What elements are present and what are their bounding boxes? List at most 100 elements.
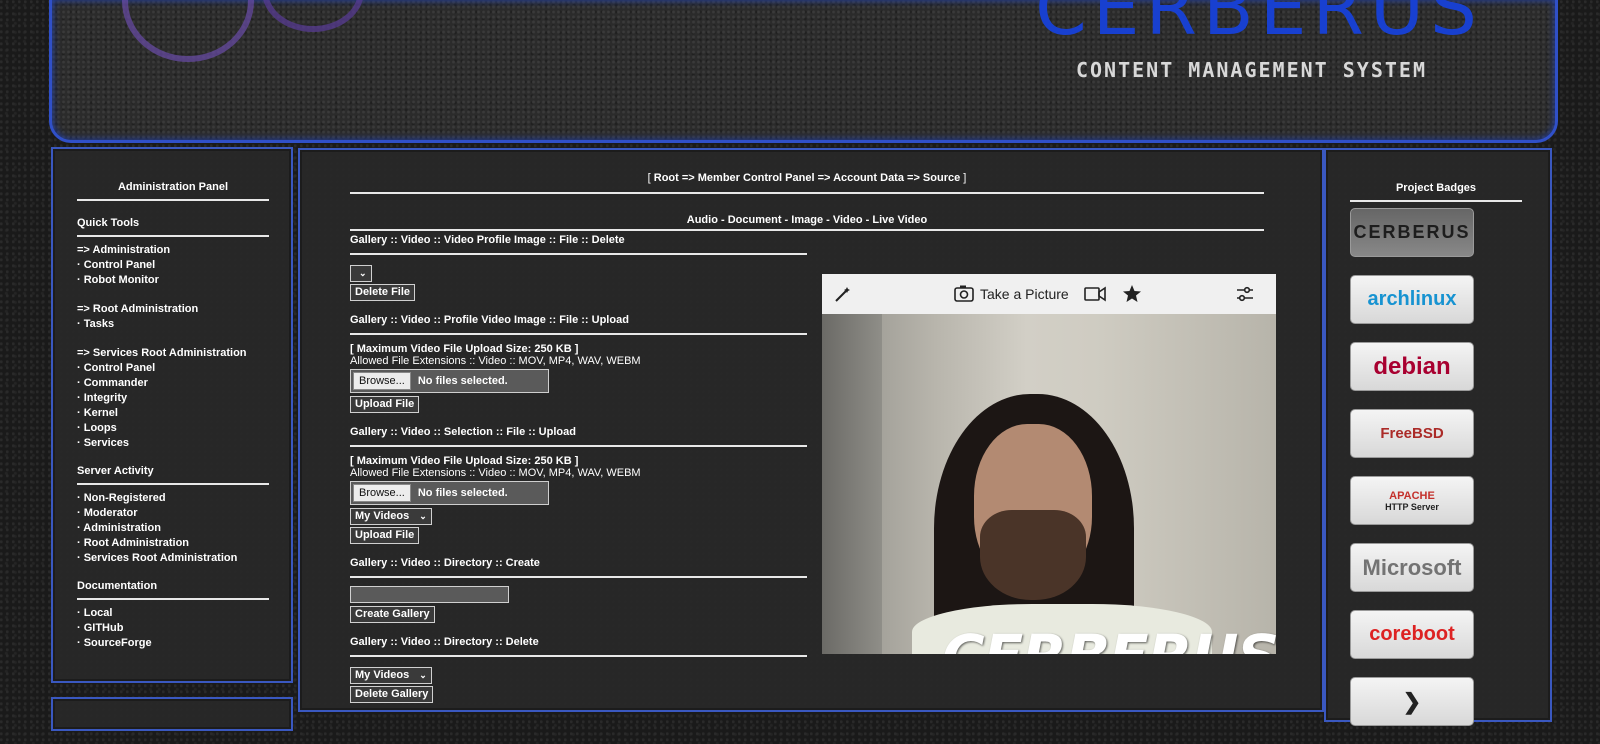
media-type-separator: - [862, 214, 873, 226]
take-picture-button[interactable]: Take a Picture [980, 286, 1069, 302]
breadcrumb: [ Root => Member Control Panel => Accoun… [350, 172, 1264, 184]
delete-file-button[interactable]: Delete File [350, 284, 416, 301]
file-status: No files selected. [417, 375, 508, 387]
section-heading: Documentation [77, 580, 158, 592]
badge-debian[interactable]: debian [1350, 342, 1474, 391]
create-gallery-button[interactable]: Create Gallery [350, 606, 435, 623]
media-type-separator: - [781, 214, 792, 226]
form-heading: Gallery :: Video :: Directory :: Create [350, 557, 540, 569]
magic-wand-icon[interactable] [834, 285, 852, 306]
divider [350, 445, 807, 447]
video-gallery-forms: Gallery :: Video :: Video Profile Image … [350, 234, 807, 704]
star-effects-icon[interactable] [1122, 284, 1142, 307]
nav-link[interactable]: · Loops [77, 421, 269, 436]
delete-gallery-button[interactable]: Delete Gallery [350, 686, 434, 703]
nav-link[interactable]: => Administration [77, 243, 269, 258]
camera-feed-image: CERBERUSCMS 4 [822, 314, 1276, 654]
media-type-image[interactable]: Image [791, 214, 823, 226]
media-type-audio[interactable]: Audio [687, 214, 718, 226]
nav-link[interactable]: · Control Panel [77, 361, 269, 376]
badge-freebsd-label: FreeBSD [1380, 425, 1444, 442]
settings-sliders-icon[interactable] [1236, 285, 1254, 306]
gallery-select-value: My Videos [355, 510, 410, 522]
nav-link[interactable]: · SourceForge [77, 636, 269, 651]
breadcrumb-path[interactable]: Root => Member Control Panel => Account … [654, 172, 960, 184]
camera-toolbar: Take a Picture [822, 274, 1276, 314]
browse-button[interactable]: Browse... [353, 484, 411, 502]
divider [350, 253, 807, 255]
divider [77, 199, 269, 201]
nav-link[interactable]: · Integrity [77, 391, 269, 406]
upload-file-button[interactable]: Upload File [350, 527, 420, 544]
wall-shadow [822, 314, 882, 654]
media-type-separator: - [717, 214, 728, 226]
gallery-select[interactable]: My Videos ⌄ [350, 508, 432, 525]
secondary-panel [51, 697, 293, 731]
badge-freebsd[interactable]: FreeBSD [1350, 409, 1474, 458]
nav-link[interactable]: · Administration [77, 521, 269, 536]
badge-microsoft[interactable]: Microsoft [1350, 543, 1474, 592]
video-camera-icon[interactable] [1084, 286, 1106, 305]
nav-link[interactable]: · Non-Registered [77, 491, 269, 506]
divider [1350, 200, 1522, 202]
media-type-video[interactable]: Video [833, 214, 863, 226]
badge-apache-label: APACHE [1389, 489, 1435, 502]
chevron-down-icon: ⌄ [419, 511, 427, 521]
nav-link[interactable]: · Moderator [77, 506, 269, 521]
badge-coreboot[interactable]: coreboot [1350, 610, 1474, 659]
live-camera-widget: Take a Picture CERBERUSCMS 4 [822, 274, 1276, 654]
gallery-name-input[interactable] [350, 586, 509, 603]
file-status: No files selected. [417, 487, 508, 499]
gallery-select-value: My Videos [355, 669, 410, 681]
brand-logo-text: CERBERUS [1035, 0, 1483, 52]
section-heading: Quick Tools [77, 217, 140, 229]
badge-coreboot-label: coreboot [1369, 623, 1455, 645]
chevron-down-icon: ⌄ [419, 670, 427, 680]
nav-link[interactable]: · Robot Monitor [77, 273, 269, 288]
badge-partial[interactable]: ❯ [1350, 677, 1474, 726]
divider [77, 598, 269, 600]
nav-link[interactable]: · Services [77, 436, 269, 451]
nav-link[interactable]: · Kernel [77, 406, 269, 421]
form-heading: Gallery :: Video :: Directory :: Delete [350, 636, 539, 648]
media-type-separator: - [823, 214, 833, 226]
badge-apache[interactable]: APACHE HTTP Server [1350, 476, 1474, 525]
divider [350, 229, 1264, 231]
banner-swirl-decoration [262, 0, 364, 32]
divider [350, 192, 1264, 194]
nav-link[interactable]: · Commander [77, 376, 269, 391]
section-heading: Server Activity [77, 465, 154, 477]
upload-file-button[interactable]: Upload File [350, 396, 420, 413]
badge-cerberus[interactable]: CERBERUS [1350, 208, 1474, 257]
file-input[interactable]: Browse... No files selected. [350, 369, 549, 393]
form-heading: Gallery :: Video :: Video Profile Image … [350, 234, 625, 246]
nav-link[interactable]: => Root Administration [77, 302, 269, 317]
nav-link[interactable]: · Services Root Administration [77, 551, 269, 566]
panel-title: Administration Panel [117, 181, 229, 193]
nav-link[interactable]: · Local [77, 606, 269, 621]
nav-link[interactable]: · Root Administration [77, 536, 269, 551]
max-size-note: [ Maximum Video File Upload Size: 250 KB… [350, 343, 579, 355]
media-type-document[interactable]: Document [728, 214, 782, 226]
badge-archlinux[interactable]: archlinux [1350, 275, 1474, 324]
divider [350, 576, 807, 578]
media-type-live-video[interactable]: Live Video [872, 214, 927, 226]
nav-link[interactable]: · Tasks [77, 317, 269, 332]
divider [350, 655, 807, 657]
divider [350, 333, 807, 335]
nav-link[interactable]: => Services Root Administration [77, 346, 269, 361]
camera-icon[interactable] [954, 285, 974, 305]
media-type-nav: Audio - Document - Image - Video - Live … [350, 214, 1264, 226]
badge-archlinux-label: archlinux [1367, 288, 1457, 310]
file-input[interactable]: Browse... No files selected. [350, 481, 549, 505]
profile-image-select[interactable]: ⌄ [350, 265, 372, 282]
nav-link[interactable]: · GITHub [77, 621, 269, 636]
panel-title: Project Badges [1395, 182, 1477, 194]
allowed-extensions: Allowed File Extensions :: Video :: MOV,… [350, 467, 641, 479]
browse-button[interactable]: Browse... [353, 372, 411, 390]
form-heading: Gallery :: Video :: Selection :: File ::… [350, 426, 576, 438]
nav-link[interactable]: · Control Panel [77, 258, 269, 273]
project-badges-panel: Project Badges CERBERUS archlinux debian… [1324, 148, 1552, 726]
badge-microsoft-label: Microsoft [1362, 554, 1462, 580]
gallery-select[interactable]: My Videos ⌄ [350, 667, 432, 684]
